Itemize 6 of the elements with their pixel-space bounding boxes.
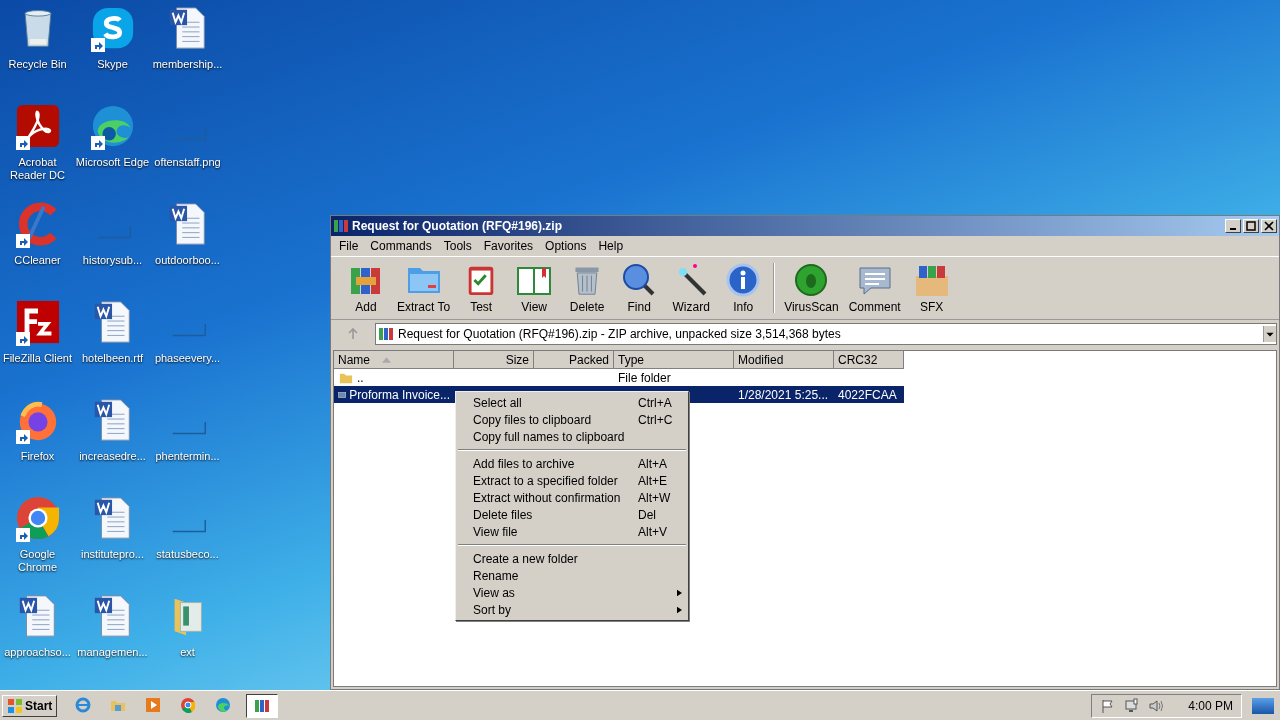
file-name: Proforma Invoice... xyxy=(349,387,450,402)
window-title: Request for Quotation (RFQ#196).zip xyxy=(352,219,563,233)
crc-value: 4022FCAA xyxy=(838,387,897,402)
file-type: File folder xyxy=(618,370,671,385)
file-name: .. xyxy=(357,370,364,385)
modified-date: 1/28/2021 5:25... xyxy=(738,387,829,402)
